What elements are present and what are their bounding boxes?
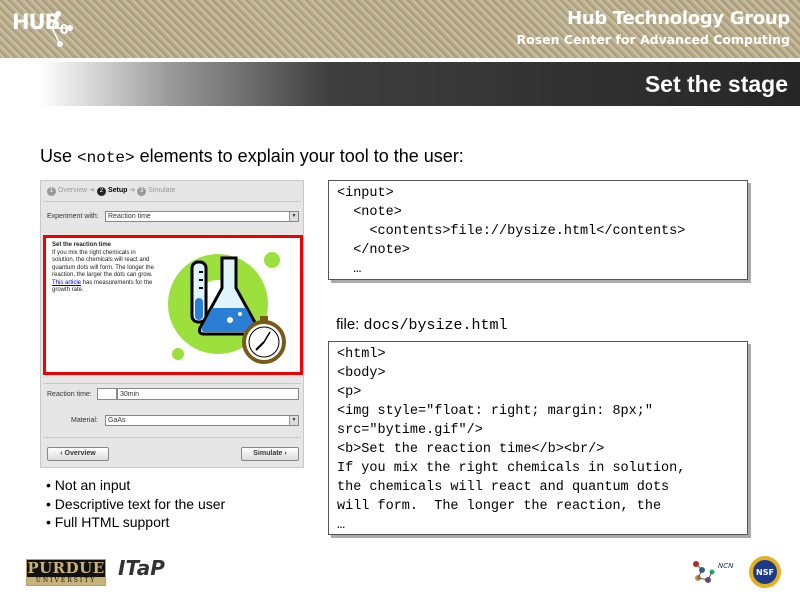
material-label: Material: [71,417,98,424]
code-line: <img style="float: right; margin: 8px;" [337,404,653,419]
step-label: Simulate [148,187,176,194]
code-line: </note> [337,243,410,258]
note-title: Set the reaction time [52,242,112,248]
purdue-logo[interactable]: PURDUE UNIVERSITY [26,559,106,586]
code-line: the chemicals will react and quantum dot… [337,480,670,495]
note-text: Set the reaction time If you mix the rig… [52,242,156,295]
xml-code-box: <input> <note> <contents>file://bysize.h… [328,180,748,280]
ncn-logo-text: NCN [718,562,734,570]
code-line: <input> [337,186,394,201]
org-subtitle: Rosen Center for Advanced Computing [516,32,790,47]
code-line: <b>Set the reaction time</b><br/> [337,442,605,457]
note-body: If you mix the right chemicals in soluti… [52,249,154,279]
code-line: <html> [337,347,386,362]
purdue-logo-bottom: UNIVERSITY [27,577,105,585]
bullet-item: Full HTML support [46,513,225,532]
itap-logo[interactable]: ITaP [118,556,165,580]
file-path: docs/bysize.html [363,317,508,334]
wizard-steps: 1 Overview ➔ 2 Setup ➔ 3 Simulate [47,186,175,196]
file-label: file: docs/bysize.html [336,316,508,334]
code-line: … [337,262,362,277]
intro-text: Use <note> elements to explain your tool… [40,146,464,167]
code-line: <note> [337,205,402,220]
simulate-button[interactable]: Simulate › [241,447,299,461]
hub-logo-sub: 0 [59,23,69,39]
chevron-down-icon: ▼ [289,212,298,221]
code-line: … [337,518,346,533]
overview-button[interactable]: ‹ Overview [47,447,109,461]
slide-title: Set the stage [644,71,788,97]
code-line: will form. The longer the reaction, the [337,499,662,514]
purdue-logo-top: PURDUE [27,559,105,577]
chevron-down-icon: ▼ [289,416,298,425]
intro-after: elements to explain your tool to the use… [134,146,464,166]
title-bar: Set the stage [0,62,800,106]
step-number: 3 [137,187,147,196]
code-line: <body> [337,366,386,381]
step-arrow-icon: ➔ [89,187,97,194]
bullet-item: Not an input [46,476,225,495]
reaction-time-input[interactable]: 30min [117,388,299,400]
code-line: src="bytime.gif"/> [337,423,483,438]
hub-logo[interactable]: HUB0 [12,10,69,39]
feature-bullets: Not an input Descriptive text for the us… [46,476,225,532]
divider [43,383,301,384]
code-line: <p> [337,385,362,400]
flask-stopwatch-icon [160,242,292,368]
bullet-item: Descriptive text for the user [46,495,225,514]
code-line: If you mix the right chemicals in soluti… [337,461,686,476]
intro-before: Use [40,146,78,166]
material-value: GaAs [108,417,126,424]
note-link[interactable]: This article [52,280,81,286]
code-line: <contents>file://bysize.html</contents> [337,224,686,239]
org-name: Hub Technology Group [567,8,790,29]
note-highlight: Set the reaction time If you mix the rig… [43,235,303,375]
file-label-text: file: [336,316,360,333]
experiment-select[interactable]: Reaction time ▼ [105,211,299,222]
tool-screenshot: 1 Overview ➔ 2 Setup ➔ 3 Simulate Experimen… [40,180,304,468]
divider [43,201,301,202]
step-number: 2 [96,187,106,196]
header-banner: HUB0 Hub Technology Group Rosen Center f… [0,0,800,58]
reaction-time-label: Reaction time: [47,391,92,398]
org-block: Hub Technology Group Rosen Center for Ad… [516,8,791,47]
html-code-box: <html> <body> <p> <img style="float: right;… [328,341,748,535]
step-label: Setup [107,187,128,194]
reaction-time-value: 30min [120,391,140,398]
nsf-logo-text: NSF [756,568,774,577]
material-select[interactable]: GaAs ▼ [105,415,299,426]
step-arrow-icon: ➔ [129,187,138,194]
step-setup[interactable]: 2 Setup [96,187,128,196]
experiment-value: Reaction time [108,213,151,220]
intro-code: <note> [77,149,135,167]
step-label: Overview [58,187,88,194]
step-simulate[interactable]: 3 Simulate [137,187,176,196]
experiment-label: Experiment with: [47,213,99,220]
divider [43,437,301,438]
step-number: 1 [47,187,56,196]
reaction-time-unit-box [97,388,117,400]
step-overview[interactable]: 1 Overview [47,187,88,196]
nsf-logo-icon: NSF [749,556,781,588]
